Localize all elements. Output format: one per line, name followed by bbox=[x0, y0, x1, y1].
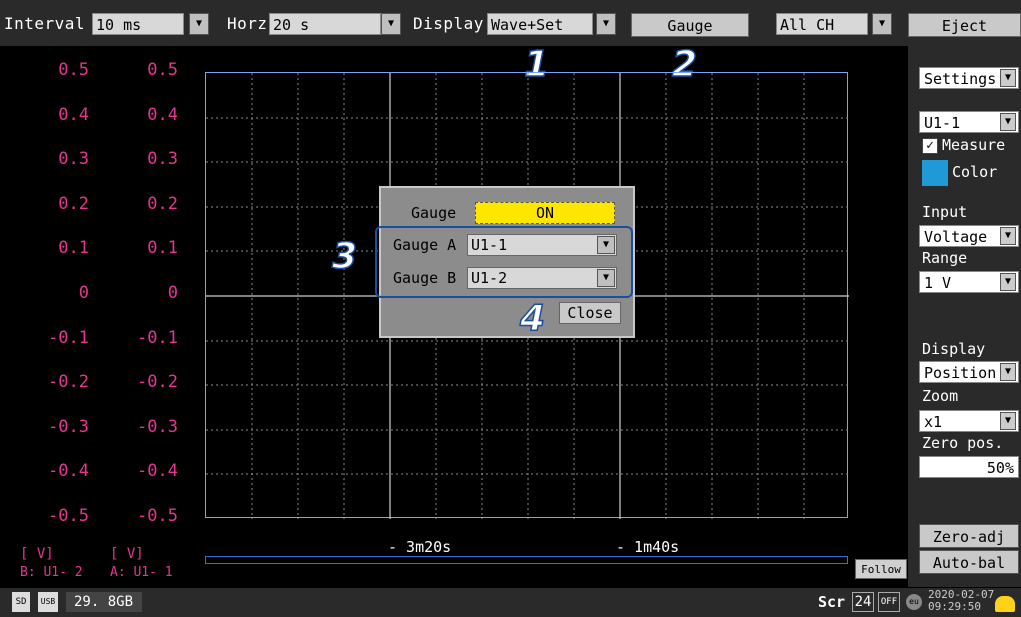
interval-dropdown-icon[interactable]: ▼ bbox=[189, 13, 209, 35]
axis-b-tick: -0.5 bbox=[48, 506, 89, 526]
zero-pos-label: Zero pos. bbox=[922, 434, 1004, 452]
axis-b-tick: -0.2 bbox=[48, 372, 89, 393]
zoom-dropdown-icon[interactable]: ▼ bbox=[1000, 412, 1016, 430]
settings-select[interactable]: Settings ▼ bbox=[919, 67, 1019, 89]
gauge-a-channel: A: U1- 1 bbox=[110, 565, 173, 580]
axis-b-tick: -0.1 bbox=[48, 327, 89, 348]
axis-a-tick: -0.1 bbox=[137, 327, 178, 348]
input-value: Voltage bbox=[924, 228, 988, 246]
channel-label: U1-1 bbox=[924, 114, 961, 132]
time-scrollbar[interactable] bbox=[205, 556, 848, 564]
axis-b-tick: 0.2 bbox=[58, 193, 89, 214]
gauge-toggle[interactable]: ON bbox=[475, 202, 615, 224]
interval-label: Interval bbox=[4, 14, 86, 33]
auto-bal-button[interactable]: Auto-bal bbox=[919, 550, 1019, 574]
axis-b-tick: -0.3 bbox=[48, 416, 89, 437]
battery-icon bbox=[995, 596, 1015, 612]
gauge-ab-highlight bbox=[375, 226, 633, 298]
zoom-value: x1 bbox=[924, 413, 943, 431]
axis-a-tick: 0.1 bbox=[147, 238, 178, 259]
top-toolbar: Interval 10 ms ▼ Horz 20 s ▼ Display Wav… bbox=[0, 0, 1021, 46]
dialog-gauge-label: Gauge bbox=[411, 204, 457, 222]
channel-select-side[interactable]: U1-1 ▼ bbox=[919, 111, 1019, 133]
display-side-label: Display bbox=[922, 340, 986, 358]
callout-marker-3: 3 bbox=[331, 235, 358, 278]
input-label: Input bbox=[922, 203, 968, 221]
axis-b-tick: 0 bbox=[78, 283, 89, 303]
sd-card-icon: SD bbox=[12, 592, 30, 612]
status-datetime: 2020-02-07 09:29:50 bbox=[928, 589, 994, 613]
settings-label: Settings bbox=[924, 70, 997, 88]
status-time: 09:29:50 bbox=[928, 600, 981, 613]
off-icon: OFF bbox=[878, 592, 900, 612]
axis-b-tick: 0.4 bbox=[58, 104, 89, 125]
settings-dropdown-icon[interactable]: ▼ bbox=[1000, 69, 1016, 87]
axis-a-tick: 0 bbox=[167, 283, 178, 303]
storage-free: 29. 8GB bbox=[66, 592, 142, 612]
channel-dropdown-icon[interactable]: ▼ bbox=[872, 13, 892, 35]
follow-button[interactable]: Follow bbox=[855, 559, 907, 579]
status-bar: SD USB 29. 8GB Scr 24 OFF eu 2020-02-07 … bbox=[0, 588, 1021, 617]
display-label: Display bbox=[413, 14, 484, 33]
axis-a-tick: 0.2 bbox=[147, 193, 178, 214]
axis-a-tick: -0.4 bbox=[137, 461, 178, 482]
axis-b-tick: -0.4 bbox=[48, 461, 89, 482]
gauge-button[interactable]: Gauge bbox=[631, 13, 749, 37]
axis-b-tick: 0.5 bbox=[58, 60, 89, 80]
color-label: Color bbox=[952, 163, 998, 181]
color-swatch[interactable] bbox=[922, 160, 948, 186]
zoom-select[interactable]: x1 ▼ bbox=[919, 410, 1019, 432]
callout-marker-4: 4 bbox=[519, 297, 546, 340]
range-label: Range bbox=[922, 249, 968, 267]
measure-checkbox[interactable]: ✓ bbox=[922, 138, 938, 154]
interval-select[interactable]: 10 ms bbox=[92, 13, 184, 35]
gauge-b-channel: B: U1- 2 bbox=[20, 565, 83, 580]
zero-adj-button[interactable]: Zero-adj bbox=[919, 524, 1019, 548]
clock-24-icon: 24 bbox=[852, 592, 874, 612]
input-dropdown-icon[interactable]: ▼ bbox=[1000, 227, 1016, 245]
display-mode-select[interactable]: Position ▼ bbox=[919, 361, 1019, 383]
unit-label-b: [ V] bbox=[20, 546, 54, 562]
range-dropdown-icon[interactable]: ▼ bbox=[1000, 273, 1016, 291]
scroll-icon: Scr bbox=[818, 593, 846, 611]
eu-icon: eu bbox=[906, 594, 922, 610]
horz-label: Horz bbox=[227, 14, 268, 33]
axis-a-tick: 0.3 bbox=[147, 149, 178, 170]
axis-a-tick: -0.3 bbox=[137, 416, 178, 437]
axis-a-tick: -0.2 bbox=[137, 372, 178, 393]
display-select[interactable]: Wave+Set bbox=[487, 13, 593, 35]
range-value: 1 V bbox=[924, 274, 952, 292]
unit-label-a: [ V] bbox=[110, 546, 144, 562]
axis-a-tick: -0.5 bbox=[137, 506, 178, 526]
channel-select[interactable]: All CH bbox=[776, 13, 868, 35]
axis-b-tick: 0.3 bbox=[58, 149, 89, 170]
channel-dropdown-icon-side[interactable]: ▼ bbox=[1000, 113, 1016, 131]
horz-dropdown-icon[interactable]: ▼ bbox=[381, 13, 401, 35]
usb-icon: USB bbox=[38, 592, 58, 612]
horz-select[interactable]: 20 s bbox=[269, 13, 381, 35]
zero-pos-field[interactable]: 50% bbox=[919, 456, 1019, 478]
input-select[interactable]: Voltage ▼ bbox=[919, 225, 1019, 247]
time-label-1: - 3m20s bbox=[388, 538, 452, 556]
time-label-2: - 1m40s bbox=[616, 538, 680, 556]
display-dropdown-icon[interactable]: ▼ bbox=[596, 13, 616, 35]
measure-label: Measure bbox=[942, 136, 1006, 154]
axis-a-tick: 0.4 bbox=[147, 104, 178, 125]
display-mode-value: Position bbox=[924, 364, 997, 382]
axis-a-tick: 0.5 bbox=[147, 60, 178, 80]
axis-b-tick: 0.1 bbox=[58, 238, 89, 259]
display-mode-dropdown-icon[interactable]: ▼ bbox=[1000, 363, 1016, 381]
zoom-label: Zoom bbox=[922, 387, 959, 405]
eject-button[interactable]: Eject bbox=[908, 13, 1021, 37]
range-select[interactable]: 1 V ▼ bbox=[919, 271, 1019, 293]
close-button[interactable]: Close bbox=[559, 302, 621, 324]
